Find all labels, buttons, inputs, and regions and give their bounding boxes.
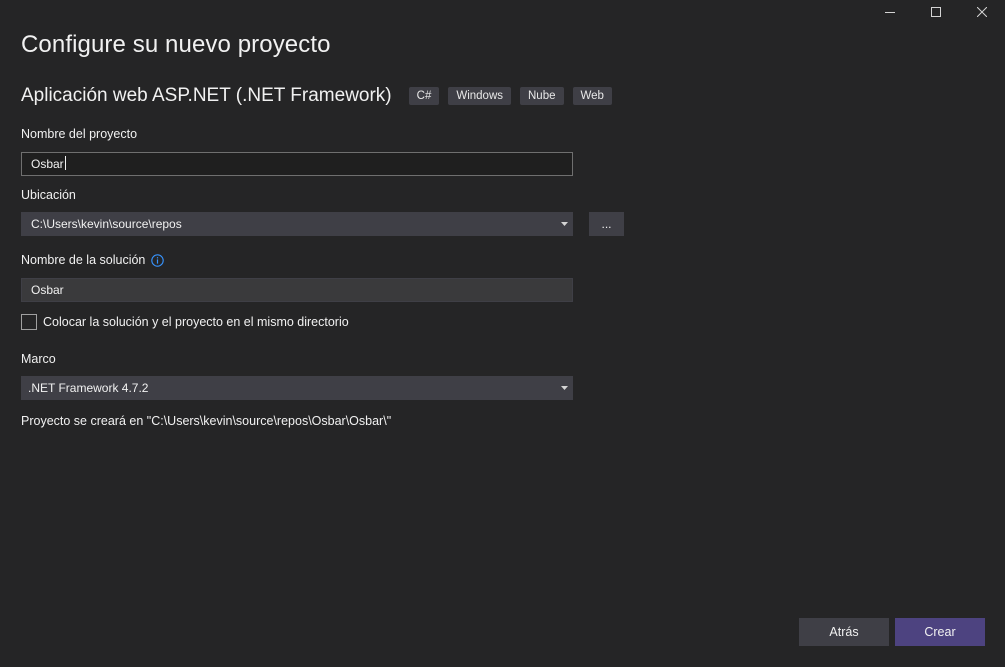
text-caret [64,156,66,170]
page-title: Configure su nuevo proyecto [21,31,331,58]
chevron-down-icon [561,222,568,226]
minimize-button[interactable] [867,0,913,24]
tag-language: C# [408,87,440,105]
same-directory-checkbox[interactable] [21,314,37,330]
template-header: Aplicación web ASP.NET (.NET Framework) … [21,84,621,108]
location-label: Ubicación [21,188,76,202]
info-icon[interactable] [151,253,165,267]
back-button[interactable]: Atrás [799,618,889,646]
create-button[interactable]: Crear [895,618,985,646]
project-name-value: Osbar [31,157,64,171]
same-directory-option[interactable]: Colocar la solución y el proyecto en el … [21,314,349,330]
solution-name-label-row: Nombre de la solución [21,253,165,267]
project-name-input[interactable]: Osbar [21,152,573,176]
template-name: Aplicación web ASP.NET (.NET Framework) [21,85,392,106]
project-name-label: Nombre del proyecto [21,127,138,141]
tag-platform: Windows [448,87,511,105]
location-value: C:\Users\kevin\source\repos [31,217,182,231]
framework-value: .NET Framework 4.7.2 [28,381,149,395]
solution-name-input[interactable]: Osbar [21,278,573,302]
browse-button[interactable]: ... [589,212,624,236]
configure-project-window: Configure su nuevo proyecto Aplicación w… [0,0,1005,667]
close-icon [977,7,987,17]
location-combobox[interactable]: C:\Users\kevin\source\repos [21,212,573,236]
project-path-info: Proyecto se creará en "C:\Users\kevin\so… [21,414,392,428]
framework-label: Marco [21,352,56,366]
solution-name-label: Nombre de la solución [21,253,146,267]
close-button[interactable] [959,0,1005,24]
maximize-icon [931,7,941,17]
minimize-icon [885,12,895,13]
tag-web: Web [572,87,612,105]
window-controls [867,0,1005,24]
same-directory-label: Colocar la solución y el proyecto en el … [43,315,349,329]
maximize-button[interactable] [913,0,959,24]
chevron-down-icon [561,386,568,390]
framework-combobox[interactable]: .NET Framework 4.7.2 [21,376,573,400]
tag-cloud: Nube [520,87,564,105]
